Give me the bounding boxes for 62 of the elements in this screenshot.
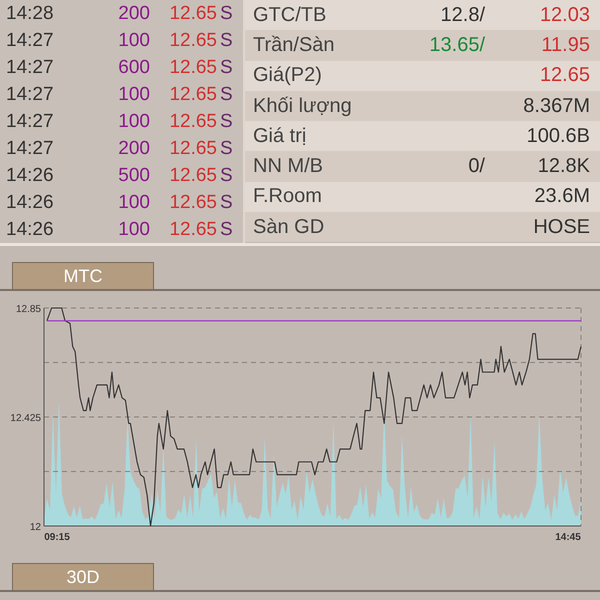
trade-volume: 100 <box>117 218 150 240</box>
trade-time: 14:27 <box>6 138 55 160</box>
y-axis-label: 12.425 <box>10 413 41 424</box>
trade-volume: 200 <box>117 2 150 24</box>
stat-value: 0/ <box>468 155 485 178</box>
stat-label: NN M/B <box>253 155 324 178</box>
trade-side: S <box>220 110 233 132</box>
x-axis-label: 14:45 <box>555 532 581 543</box>
x-axis-label: 09:15 <box>44 532 70 543</box>
trade-volume: 500 <box>117 164 150 186</box>
stat-value: 12.03 <box>540 4 590 26</box>
trade-side: S <box>220 2 233 24</box>
stat-label: F.Room <box>253 185 323 208</box>
trade-time: 14:27 <box>6 30 55 52</box>
trade-side: S <box>220 84 233 106</box>
trade-price: 12.65 <box>168 218 217 240</box>
stat-value: 23.6M <box>534 185 590 208</box>
trade-side: S <box>220 164 233 186</box>
trade-time: 14:27 <box>6 56 55 78</box>
stat-value: 12.8/ <box>440 4 485 26</box>
stat-label: Giá(P2) <box>253 64 323 88</box>
trade-volume: 100 <box>117 192 150 214</box>
trade-price: 12.65 <box>168 2 217 24</box>
stat-label: GTC/TB <box>253 4 328 27</box>
trade-price: 12.65 <box>168 110 217 132</box>
trade-time: 14:26 <box>6 164 55 186</box>
trade-volume: 100 <box>117 30 150 52</box>
trade-side: S <box>220 218 233 240</box>
trade-price: 12.65 <box>168 30 217 52</box>
trade-price: 12.65 <box>168 164 217 186</box>
trade-side: S <box>220 56 233 78</box>
trade-time: 14:27 <box>6 110 55 132</box>
trade-volume: 100 <box>117 84 150 106</box>
stat-value: 100.6B <box>526 124 590 147</box>
trade-volume: 600 <box>117 56 150 78</box>
y-axis-label: 12.85 <box>16 304 41 315</box>
trade-volume: 100 <box>117 110 150 132</box>
trade-side: S <box>220 138 233 160</box>
chart-tab[interactable]: 30D <box>12 563 154 590</box>
chart-tab[interactable]: MTC <box>12 262 154 289</box>
trade-time: 14:28 <box>6 2 55 24</box>
stat-value: 13.65/ <box>429 34 485 56</box>
trade-side: S <box>220 30 233 52</box>
stat-label: Trần/Sàn <box>253 34 336 57</box>
stat-value: 12.8K <box>538 155 590 178</box>
trade-time: 14:26 <box>6 192 55 214</box>
stat-label: Khối lượng <box>253 94 353 118</box>
trade-price: 12.65 <box>168 84 217 106</box>
trade-volume: 200 <box>117 138 150 160</box>
trade-price: 12.65 <box>168 192 217 214</box>
trade-time: 14:27 <box>6 84 55 106</box>
stat-label: Giá trị <box>253 124 308 148</box>
y-axis-label: 12 <box>30 522 41 533</box>
trade-price: 12.65 <box>168 138 217 160</box>
stat-value: 12.65 <box>540 64 590 86</box>
stat-value: 11.95 <box>541 34 590 56</box>
stat-value: HOSE <box>533 216 590 238</box>
trade-side: S <box>220 192 233 214</box>
stat-label: Sàn GD <box>253 216 326 239</box>
trade-price: 12.65 <box>168 56 217 78</box>
stat-value: 8.367M <box>523 94 590 117</box>
trade-time: 14:26 <box>6 218 55 240</box>
